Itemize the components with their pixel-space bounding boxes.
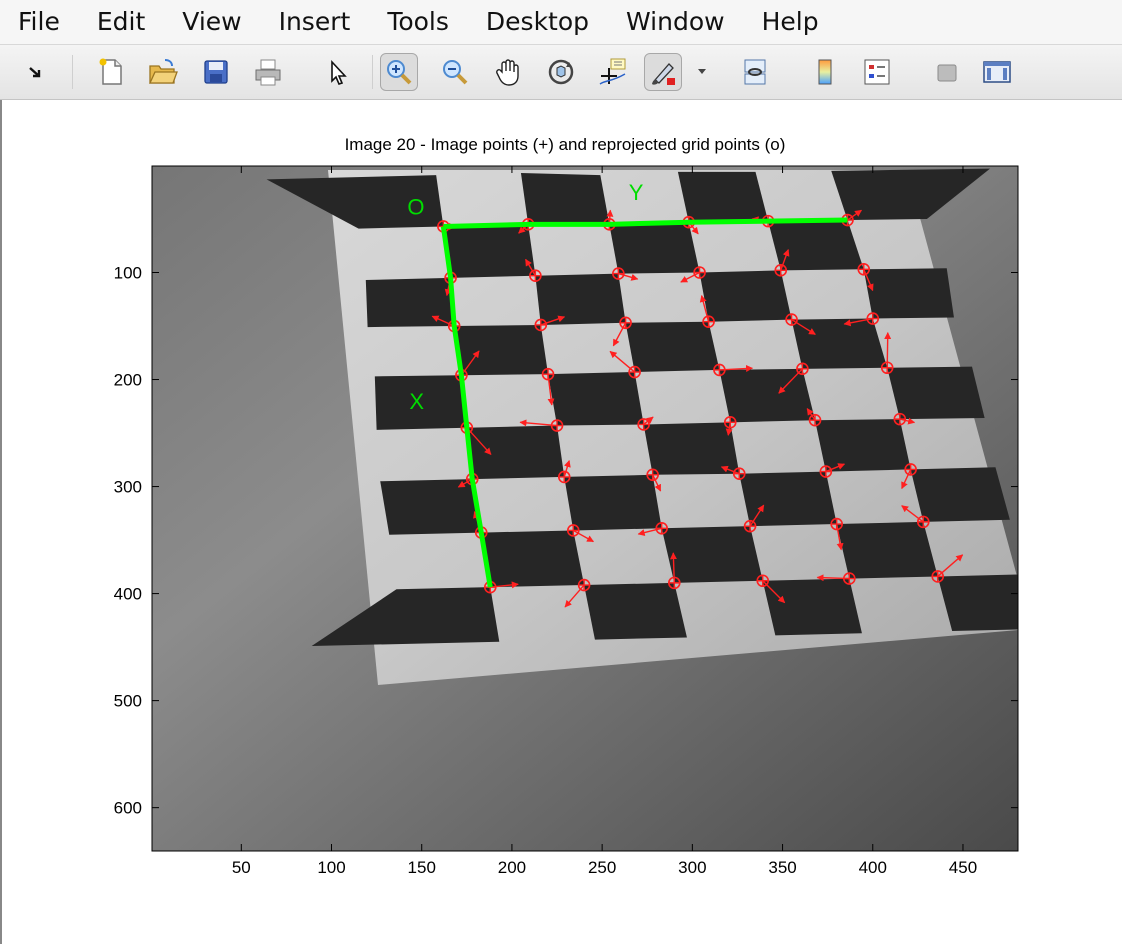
hide-plot-tools-icon <box>937 64 957 82</box>
checker-square <box>443 224 536 278</box>
rotate-3d-icon <box>548 59 574 85</box>
pan-button[interactable] <box>490 53 528 91</box>
show-plot-tools-icon <box>983 61 1011 83</box>
y-tick-label: 600 <box>114 799 142 818</box>
checker-square <box>719 368 816 423</box>
figure-toolbar <box>0 45 1122 100</box>
edit-plot-arrow-icon <box>331 59 347 85</box>
checker-square <box>380 479 482 535</box>
print-icon <box>255 59 281 86</box>
x-tick-label: 450 <box>949 858 977 877</box>
save-icon <box>204 60 228 84</box>
edit-plot-button[interactable] <box>318 53 356 91</box>
checker-square <box>609 222 700 274</box>
x-tick-label: 100 <box>317 858 345 877</box>
y-tick-label: 100 <box>114 263 142 282</box>
data-cursor-icon <box>599 58 626 85</box>
dock-arrow-button[interactable] <box>16 53 54 91</box>
error-arrow <box>884 332 892 368</box>
show-plot-tools-button[interactable] <box>978 53 1016 91</box>
zoom-out-button[interactable] <box>436 53 474 91</box>
x-tick-label: 150 <box>408 858 436 877</box>
dock-arrow-icon <box>29 67 41 78</box>
zoom-out-icon <box>443 60 468 85</box>
checker-square <box>791 318 888 369</box>
checker-square <box>520 172 610 225</box>
menubar: File Edit View Insert Tools Desktop Wind… <box>0 0 1122 45</box>
legend-icon <box>864 59 890 85</box>
plot-svg[interactable]: Image 20 - Image points (+) and reprojec… <box>2 100 1122 944</box>
checker-square <box>625 321 720 373</box>
rotate-3d-button[interactable] <box>542 53 580 91</box>
link-plot-button[interactable] <box>736 53 774 91</box>
x-tick-label: 400 <box>859 858 887 877</box>
legend-button[interactable] <box>858 53 896 91</box>
checker-square <box>762 578 862 636</box>
y-tick-label: 300 <box>114 478 142 497</box>
checker-square <box>887 366 985 420</box>
colorbar-button[interactable] <box>806 53 844 91</box>
open-file-icon <box>148 59 178 84</box>
checker-square <box>677 171 769 223</box>
menu-insert[interactable]: Insert <box>279 0 351 44</box>
menu-edit[interactable]: Edit <box>97 0 145 44</box>
menu-desktop[interactable]: Desktop <box>486 0 589 44</box>
x-tick-label: 200 <box>498 858 526 877</box>
checker-square <box>564 474 662 531</box>
plot-title: Image 20 - Image points (+) and reprojec… <box>345 135 786 154</box>
checker-square <box>739 471 837 527</box>
checker-square <box>548 372 644 426</box>
checker-square <box>661 526 763 583</box>
zoom-in-button[interactable] <box>380 53 418 91</box>
checker-square <box>535 273 626 325</box>
x-tick-label: 300 <box>678 858 706 877</box>
toolbar-separator <box>372 55 373 89</box>
checker-square <box>454 324 549 376</box>
print-button[interactable] <box>249 53 287 91</box>
checker-square <box>863 268 954 319</box>
y-tick-label: 500 <box>114 692 142 711</box>
y-tick-label: 200 <box>114 371 142 390</box>
figure-canvas: Image 20 - Image points (+) and reprojec… <box>0 100 1122 944</box>
menu-tools[interactable]: Tools <box>387 0 449 44</box>
link-plot-icon <box>744 59 766 85</box>
origin-label: O <box>407 194 424 219</box>
menu-view[interactable]: View <box>182 0 241 44</box>
y-axis-label: Y <box>629 180 644 205</box>
checker-square <box>836 521 938 579</box>
checker-square <box>910 467 1010 522</box>
y-tick-label: 400 <box>114 585 142 604</box>
data-cursor-button[interactable] <box>594 53 632 91</box>
menu-file[interactable]: File <box>18 0 60 44</box>
menu-window[interactable]: Window <box>626 0 725 44</box>
checker-square <box>815 419 911 472</box>
x-tick-label: 250 <box>588 858 616 877</box>
x-tick-label: 350 <box>768 858 796 877</box>
brush-dropdown-icon[interactable] <box>698 69 706 74</box>
hide-plot-tools-button[interactable] <box>928 53 966 91</box>
new-figure-button[interactable] <box>92 53 130 91</box>
checker-square <box>937 574 1018 632</box>
checker-square <box>584 582 687 640</box>
toolbar-separator <box>72 55 73 89</box>
zoom-in-icon <box>387 60 412 85</box>
pan-hand-icon <box>496 59 519 86</box>
colorbar-icon <box>818 59 832 85</box>
menu-help[interactable]: Help <box>762 0 819 44</box>
brush-icon <box>652 63 675 85</box>
brush-button[interactable] <box>644 53 682 91</box>
x-tick-label: 50 <box>232 858 251 877</box>
image-content: O X Y <box>152 166 1018 851</box>
checker-square <box>466 425 565 480</box>
checker-square <box>699 270 792 322</box>
x-axis-label: X <box>409 389 424 414</box>
checker-square <box>768 220 864 271</box>
open-file-button[interactable] <box>144 53 182 91</box>
save-button[interactable] <box>197 53 235 91</box>
checker-square <box>643 422 740 475</box>
checker-square <box>481 530 585 588</box>
new-figure-icon <box>99 58 122 85</box>
